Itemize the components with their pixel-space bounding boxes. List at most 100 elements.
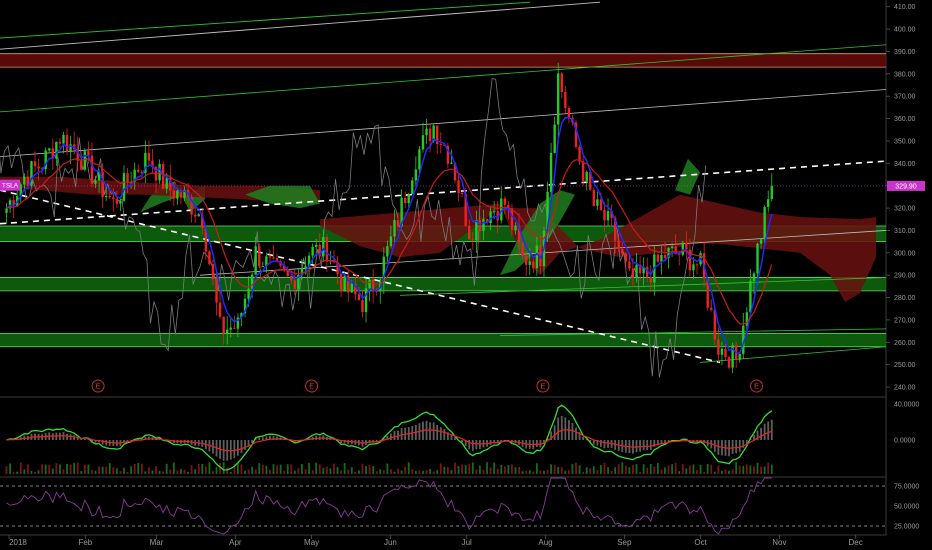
macd-histogram-bar xyxy=(432,422,435,440)
volume-bar xyxy=(372,466,375,474)
candle-body xyxy=(720,348,724,355)
candle-body xyxy=(660,254,663,262)
candle-body xyxy=(165,177,168,189)
candle-body xyxy=(685,242,688,250)
candle-body xyxy=(752,273,756,281)
candle-body xyxy=(585,171,588,182)
volume-bar xyxy=(187,471,189,474)
earnings-marker-label: E xyxy=(754,384,759,391)
candle-body xyxy=(681,242,684,255)
candle-body xyxy=(759,239,763,244)
price-tick-label: 260.00 xyxy=(894,340,916,347)
candle-body xyxy=(108,195,111,198)
volume-bar xyxy=(457,466,460,474)
candle-body xyxy=(37,166,40,169)
volume-bar xyxy=(390,469,392,474)
volume-bar xyxy=(589,468,592,474)
candle-body xyxy=(364,288,368,313)
macd-histogram-bar xyxy=(564,417,567,440)
volume-bar xyxy=(479,465,481,474)
volume-bar xyxy=(26,464,29,474)
candle-body xyxy=(514,225,517,231)
candle-body xyxy=(428,128,432,142)
macd-histogram-bar xyxy=(717,440,720,455)
volume-bar xyxy=(315,462,318,474)
volume-bar xyxy=(689,465,691,474)
macd-histogram-bar xyxy=(439,427,442,440)
volume-bar xyxy=(621,462,624,474)
volume-bar xyxy=(94,470,97,474)
candle-body xyxy=(606,211,610,221)
rsi-tick-label: 50.0000 xyxy=(894,504,919,511)
volume-bar xyxy=(603,462,606,474)
volume-bar xyxy=(265,465,268,474)
volume-bar xyxy=(753,466,755,474)
volume-bar xyxy=(165,463,168,474)
cloud-green xyxy=(675,158,700,195)
volume-bar xyxy=(717,465,720,474)
volume-bar xyxy=(12,471,15,474)
macd-histogram-bar xyxy=(735,440,738,454)
candle-body xyxy=(770,185,773,200)
volume-bar xyxy=(393,471,396,474)
macd-histogram-bar xyxy=(261,437,264,440)
candle-body xyxy=(147,152,151,161)
volume-bar xyxy=(244,470,246,474)
macd-histogram-bar xyxy=(236,440,239,456)
earnings-marker-label: E xyxy=(541,384,546,391)
volume-bar xyxy=(226,467,229,474)
price-tick-label: 400.00 xyxy=(894,27,916,34)
candle-body xyxy=(258,246,261,267)
channel-line-white xyxy=(0,89,887,158)
candle-body xyxy=(65,134,69,152)
price-tick-label: 250.00 xyxy=(894,362,916,369)
volume-bar xyxy=(308,462,310,474)
time-tick-label: 2018 xyxy=(9,538,27,547)
volume-bar xyxy=(539,470,542,474)
candle-body xyxy=(460,192,464,195)
volume-bar xyxy=(126,471,129,474)
volume-bar xyxy=(411,469,414,474)
candle-body xyxy=(624,253,628,262)
candle-body xyxy=(304,266,307,269)
candle-body xyxy=(87,151,90,156)
volume-bar xyxy=(745,464,748,474)
earnings-marker-label: E xyxy=(96,384,101,391)
volume-bar xyxy=(507,465,510,474)
volume-bar xyxy=(76,462,79,474)
volume-bar xyxy=(169,469,172,474)
volume-bar xyxy=(236,462,239,474)
volume-bar xyxy=(80,471,83,474)
candle-body xyxy=(396,220,400,227)
volume-bar xyxy=(446,466,449,474)
volume-bar xyxy=(73,462,76,474)
volume-bar xyxy=(550,464,552,474)
volume-bar xyxy=(140,463,143,474)
volume-bar xyxy=(624,465,627,474)
price-tick-label: 240.00 xyxy=(894,385,916,392)
candle-body xyxy=(596,199,599,206)
candle-body xyxy=(649,276,652,283)
price-tick-label: 310.00 xyxy=(894,228,916,235)
volume-bar xyxy=(642,464,645,474)
candle-body xyxy=(670,246,674,248)
volume-bar xyxy=(600,464,602,474)
candle-body xyxy=(745,312,749,326)
volume-bar xyxy=(55,463,58,474)
volume-bar xyxy=(422,470,424,474)
rsi-tick-label: 25.0000 xyxy=(894,524,919,531)
volume-bar xyxy=(59,464,61,474)
volume-bar xyxy=(98,466,100,474)
volume-bar xyxy=(553,465,556,474)
volume-bar xyxy=(482,469,485,474)
volume-bar xyxy=(464,464,467,474)
candle-body xyxy=(218,302,222,317)
volume-bar xyxy=(592,466,595,474)
macd-histogram-bar xyxy=(738,440,741,452)
candle-body xyxy=(524,255,528,265)
candle-body xyxy=(126,173,129,182)
volume-bar xyxy=(251,466,254,474)
volume-bar xyxy=(578,465,581,474)
volume-bar xyxy=(37,470,40,474)
volume-bar xyxy=(229,471,232,474)
